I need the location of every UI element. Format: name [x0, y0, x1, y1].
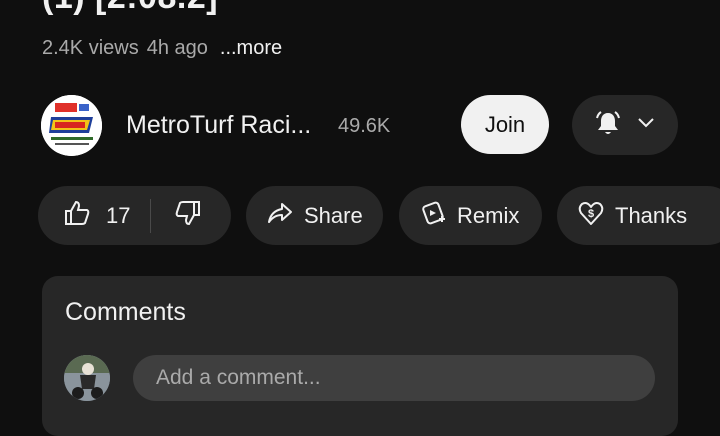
join-button[interactable]: Join — [461, 95, 549, 154]
svg-text:$: $ — [588, 208, 594, 220]
video-title: (1) [2:08.2] — [42, 0, 218, 17]
like-dislike-group: 17 — [38, 186, 231, 245]
bell-icon — [594, 109, 622, 142]
share-arrow-icon — [266, 199, 294, 233]
like-count: 17 — [106, 202, 131, 228]
share-button[interactable]: Share — [246, 186, 383, 245]
video-meta[interactable]: 2.4K views 4h ago ...more — [42, 37, 282, 60]
remix-label: Remix — [457, 202, 520, 228]
remix-button[interactable]: Remix — [399, 186, 542, 245]
thanks-label: Thanks — [615, 202, 688, 228]
comment-input[interactable] — [133, 355, 655, 401]
thumbs-down-icon — [173, 198, 203, 234]
heart-dollar-icon: $ — [577, 199, 605, 233]
user-avatar — [64, 355, 110, 401]
remix-icon — [419, 199, 447, 233]
share-label: Share — [304, 202, 363, 228]
thanks-button[interactable]: $ Thanks — [557, 186, 720, 245]
chevron-down-icon — [636, 116, 656, 135]
channel-avatar[interactable] — [41, 95, 102, 156]
like-button[interactable]: 17 — [38, 186, 130, 245]
thumbs-up-icon — [62, 198, 92, 234]
comments-panel[interactable]: Comments — [42, 276, 678, 436]
subscriber-count: 49.6K — [338, 115, 391, 137]
comments-title: Comments — [65, 298, 186, 326]
upload-age: 4h ago — [146, 37, 208, 59]
dislike-button[interactable] — [151, 186, 203, 245]
channel-name[interactable]: MetroTurf Raci... — [126, 111, 311, 140]
channel-logo — [41, 95, 102, 156]
view-count: 2.4K views — [42, 37, 139, 59]
notification-button[interactable] — [572, 95, 678, 155]
more-link[interactable]: ...more — [220, 37, 282, 60]
